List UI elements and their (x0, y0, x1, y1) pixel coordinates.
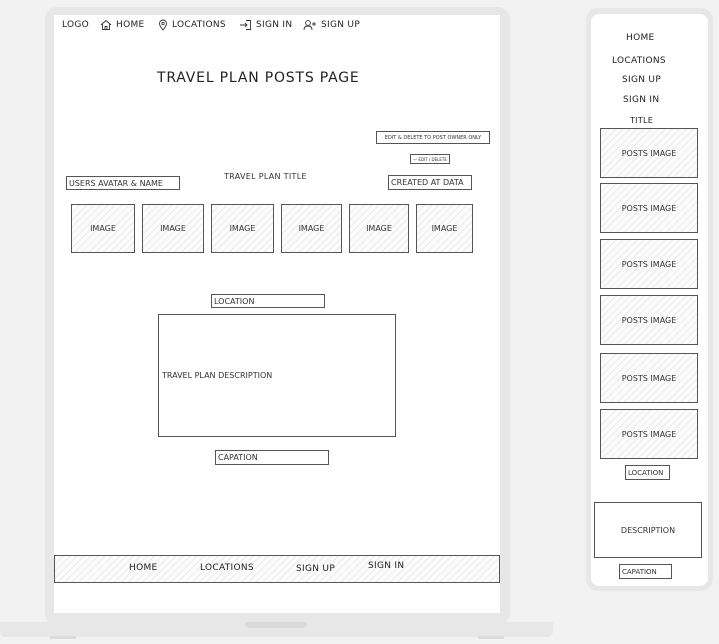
mobile-post-image[interactable]: POSTS IMAGE (600, 295, 698, 345)
footer-sign-in[interactable]: SIGN IN (368, 561, 404, 571)
nav-sign-in[interactable]: SIGN IN (239, 18, 292, 32)
footer-sign-up[interactable]: SIGN UP (296, 564, 335, 574)
post-image[interactable]: IMAGE (416, 204, 473, 253)
nav-logo[interactable]: LOGO (62, 18, 89, 32)
mobile-nav-home[interactable]: HOME (626, 33, 655, 43)
post-image[interactable]: IMAGE (349, 204, 409, 253)
post-image[interactable]: IMAGE (211, 204, 274, 253)
mobile-post-image[interactable]: POSTS IMAGE (600, 183, 698, 233)
created-at: CREATED AT DATA (388, 175, 472, 190)
caption-field: CAPATION (215, 450, 329, 465)
nav-locations[interactable]: LOCATIONS (158, 18, 226, 32)
post-image[interactable]: IMAGE (71, 204, 135, 253)
mobile-post-image[interactable]: POSTS IMAGE (600, 353, 698, 403)
nav-sign-up[interactable]: SIGN UP (303, 18, 360, 32)
owner-note: EDIT & DELETE TO POST OWNER ONLY (376, 131, 490, 144)
mobile-nav-locations[interactable]: LOCATIONS (612, 56, 666, 66)
nav-home[interactable]: HOME (100, 18, 145, 32)
edit-delete-button[interactable]: — EDIT / DELETE (410, 154, 450, 164)
footer-locations[interactable]: LOCATIONS (200, 563, 254, 573)
footer-home[interactable]: HOME (129, 563, 158, 573)
mobile-nav-sign-in[interactable]: SIGN IN (623, 95, 659, 105)
post-image[interactable]: IMAGE (142, 204, 204, 253)
sign-in-icon (239, 19, 252, 31)
laptop-notch (245, 622, 307, 628)
mobile-caption: CAPATION (619, 564, 672, 579)
nav-locations-label: LOCATIONS (172, 20, 226, 30)
mobile-nav-sign-up[interactable]: SIGN UP (622, 75, 661, 85)
nav-home-label: HOME (116, 20, 145, 30)
mobile-title: TITLE (630, 116, 654, 125)
mobile-post-image[interactable]: POSTS IMAGE (600, 409, 698, 459)
location-pin-icon (158, 19, 168, 31)
mobile-description: DESCRIPTION (594, 502, 702, 558)
nav-sign-in-label: SIGN IN (256, 20, 293, 30)
laptop-foot-left (50, 636, 76, 639)
mobile-post-image[interactable]: POSTS IMAGE (600, 239, 698, 289)
travel-plan-description: TRAVEL PLAN DESCRIPTION (158, 314, 396, 437)
travel-plan-title: TRAVEL PLAN TITLE (224, 172, 307, 181)
mobile-location: LOCATION (625, 465, 670, 480)
page-title: TRAVEL PLAN POSTS PAGE (157, 70, 360, 86)
nav-sign-up-label: SIGN UP (321, 20, 361, 30)
footer-bar (54, 555, 500, 583)
home-icon (100, 19, 112, 31)
user-avatar-name[interactable]: USERS AVATAR & NAME (66, 176, 180, 190)
location-field: LOCATION (211, 294, 325, 308)
laptop-foot-right (478, 636, 504, 639)
mobile-post-image[interactable]: POSTS IMAGE (600, 128, 698, 178)
post-image[interactable]: IMAGE (281, 204, 342, 253)
add-user-icon (303, 19, 317, 31)
nav-logo-label: LOGO (62, 20, 90, 30)
